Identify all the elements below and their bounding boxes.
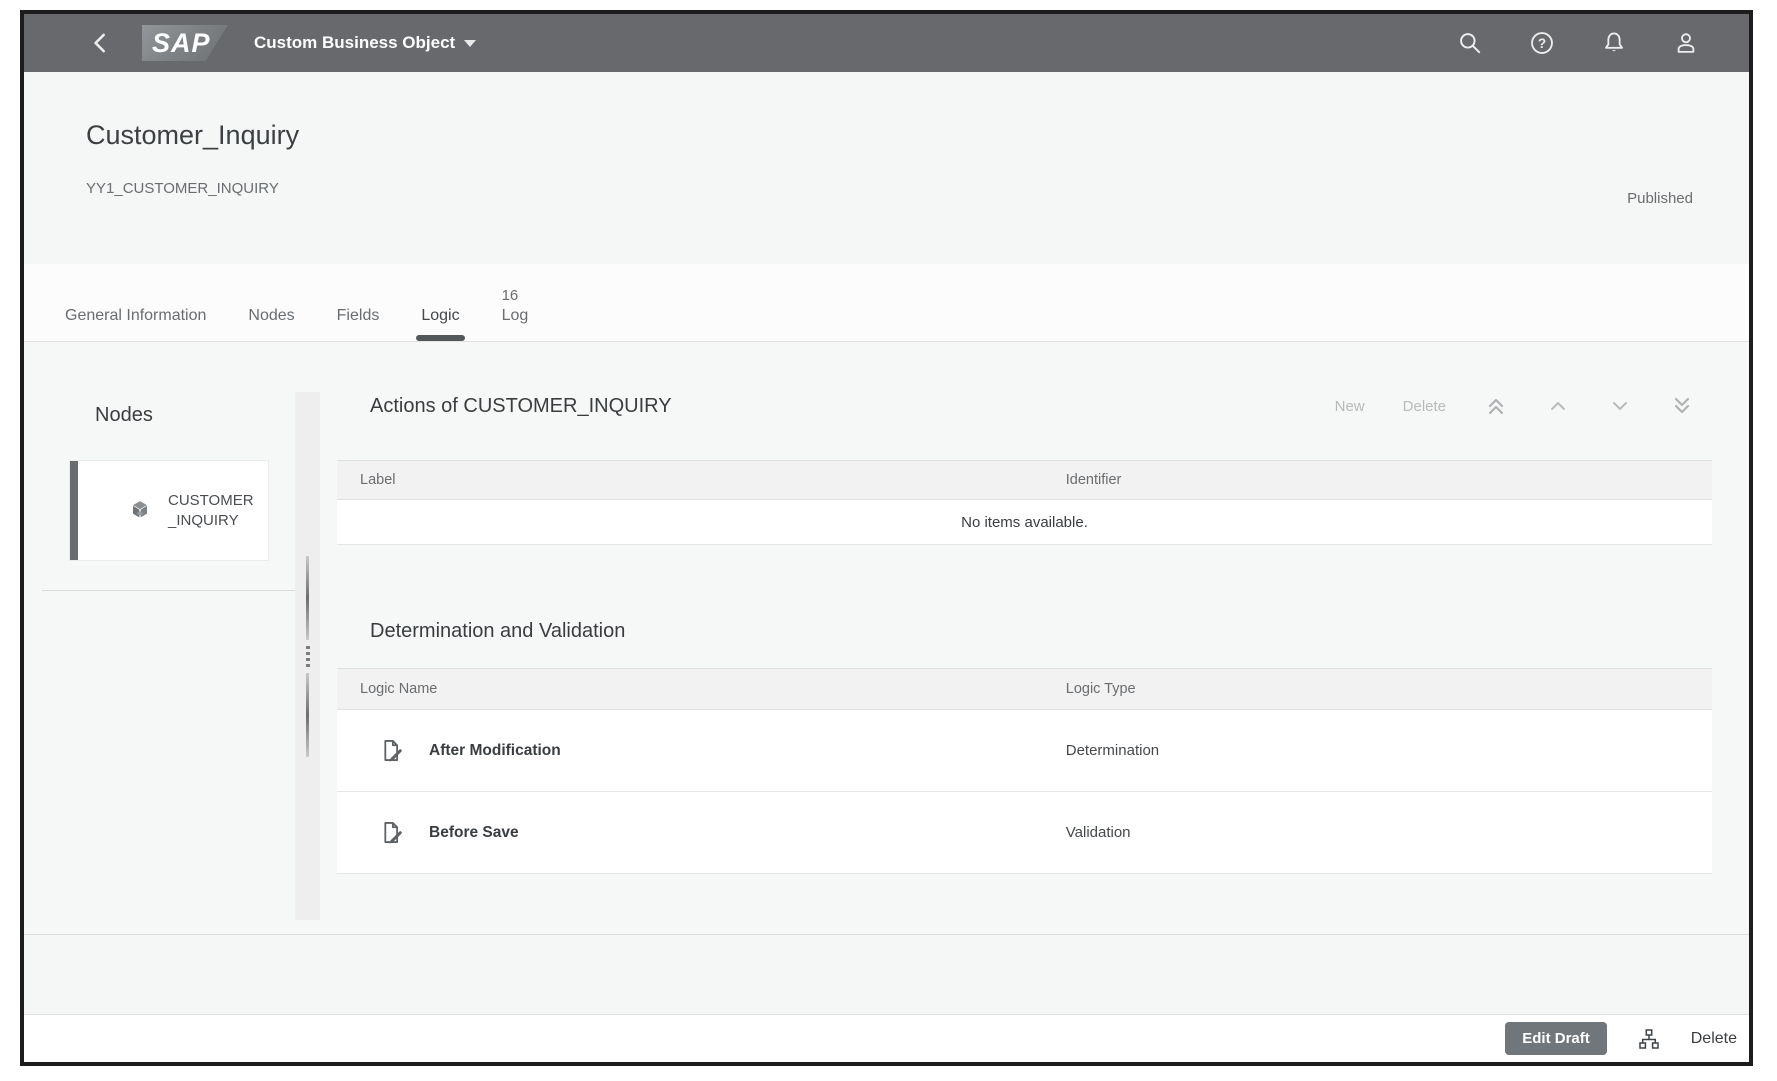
- empty-table-message: No items available.: [337, 500, 1712, 545]
- status-badge: Published: [1627, 190, 1693, 207]
- page-subtitle: YY1_CUSTOMER_INQUIRY: [86, 180, 279, 197]
- logic-type-cell: Validation: [1066, 824, 1712, 841]
- tab-log[interactable]: 16 Log: [481, 264, 550, 341]
- splitter-grip-line: [306, 673, 309, 757]
- actions-table-header: Label Identifier: [337, 460, 1712, 500]
- tab-label: Logic: [421, 307, 459, 325]
- actions-section-header: Actions of CUSTOMER_INQUIRY New Delete: [370, 394, 1694, 418]
- search-icon[interactable]: [1457, 30, 1483, 56]
- nodes-panel-title: Nodes: [95, 404, 153, 427]
- panel-splitter[interactable]: [295, 392, 320, 920]
- logic-type-cell: Determination: [1066, 742, 1712, 759]
- user-profile-icon[interactable]: [1673, 30, 1699, 56]
- app-title-menu[interactable]: Custom Business Object: [254, 33, 476, 53]
- logic-name-cell: Before Save: [337, 819, 1066, 846]
- shell-actions: ?: [1457, 30, 1699, 56]
- column-header-identifier: Identifier: [1066, 472, 1712, 488]
- svg-text:?: ?: [1538, 36, 1546, 51]
- tab-nodes[interactable]: Nodes: [227, 264, 315, 341]
- edit-document-icon: [378, 819, 405, 846]
- column-header-logic-name: Logic Name: [337, 681, 1066, 697]
- logic-section-title: Determination and Validation: [370, 620, 625, 643]
- logic-name-text: After Modification: [429, 742, 561, 760]
- move-to-bottom-icon[interactable]: [1670, 394, 1694, 418]
- move-down-icon[interactable]: [1608, 394, 1632, 418]
- column-header-logic-type: Logic Type: [1066, 681, 1712, 697]
- delete-button[interactable]: Delete: [1403, 398, 1446, 415]
- splitter-grip-line: [306, 556, 309, 640]
- tab-count-badge: 16: [502, 287, 529, 304]
- shell-bar: SAP Custom Business Object ?: [24, 14, 1749, 72]
- tab-label: Log: [502, 307, 529, 325]
- tab-logic[interactable]: Logic: [400, 264, 480, 341]
- splitter-grip-dots-icon: [306, 646, 310, 667]
- tab-general-information[interactable]: General Information: [44, 264, 227, 341]
- sap-logo[interactable]: SAP: [142, 25, 228, 61]
- actions-table: Label Identifier No items available.: [337, 460, 1712, 545]
- new-button[interactable]: New: [1335, 398, 1365, 415]
- delete-draft-button[interactable]: Delete: [1691, 1030, 1737, 1048]
- tab-label: General Information: [65, 307, 206, 325]
- object-header: Customer_Inquiry YY1_CUSTOMER_INQUIRY Pu…: [24, 72, 1749, 264]
- logic-section-header: Determination and Validation: [370, 620, 1694, 643]
- tab-label: Nodes: [248, 307, 294, 325]
- node-item-label: CUSTOMER_INQUIRY: [168, 491, 260, 531]
- footer-toolbar: Edit Draft Delete: [24, 1014, 1749, 1062]
- logic-row-after-modification[interactable]: After Modification Determination: [337, 710, 1712, 792]
- chevron-down-icon: [464, 40, 476, 47]
- actions-section-title: Actions of CUSTOMER_INQUIRY: [370, 395, 672, 418]
- notifications-bell-icon[interactable]: [1601, 30, 1627, 56]
- logic-row-before-save[interactable]: Before Save Validation: [337, 792, 1712, 874]
- content-area: Nodes CUSTOMER_INQUIRY A: [24, 342, 1749, 935]
- logic-table-header: Logic Name Logic Type: [337, 668, 1712, 710]
- logic-name-cell: After Modification: [337, 737, 1066, 764]
- app-title-text: Custom Business Object: [254, 33, 455, 53]
- page-title: Customer_Inquiry: [86, 120, 299, 151]
- node-item-customer-inquiry[interactable]: CUSTOMER_INQUIRY: [69, 460, 269, 561]
- business-object-cube-icon: [126, 497, 154, 525]
- logic-main-panel: Actions of CUSTOMER_INQUIRY New Delete: [320, 342, 1749, 934]
- tab-bar: General Information Nodes Fields Logic 1…: [24, 264, 1749, 342]
- panel-divider: [42, 590, 295, 591]
- edit-document-icon: [378, 737, 405, 764]
- selection-bar: [70, 461, 78, 560]
- hierarchy-icon[interactable]: [1637, 1027, 1661, 1051]
- move-to-top-icon[interactable]: [1484, 394, 1508, 418]
- move-up-icon[interactable]: [1546, 394, 1570, 418]
- logic-name-text: Before Save: [429, 824, 519, 842]
- tab-label: Fields: [337, 307, 380, 325]
- nodes-panel: Nodes CUSTOMER_INQUIRY: [24, 342, 295, 934]
- tab-fields[interactable]: Fields: [316, 264, 401, 341]
- back-button[interactable]: [88, 30, 114, 56]
- logic-table: Logic Name Logic Type After Modification: [337, 668, 1712, 874]
- app-window: SAP Custom Business Object ?: [20, 10, 1753, 1066]
- sap-logo-text: SAP: [152, 28, 211, 59]
- actions-toolbar: New Delete: [1335, 394, 1694, 418]
- help-icon[interactable]: ?: [1529, 30, 1555, 56]
- back-chevron-icon: [88, 30, 114, 56]
- column-header-label: Label: [337, 472, 1066, 488]
- edit-draft-button[interactable]: Edit Draft: [1505, 1022, 1607, 1055]
